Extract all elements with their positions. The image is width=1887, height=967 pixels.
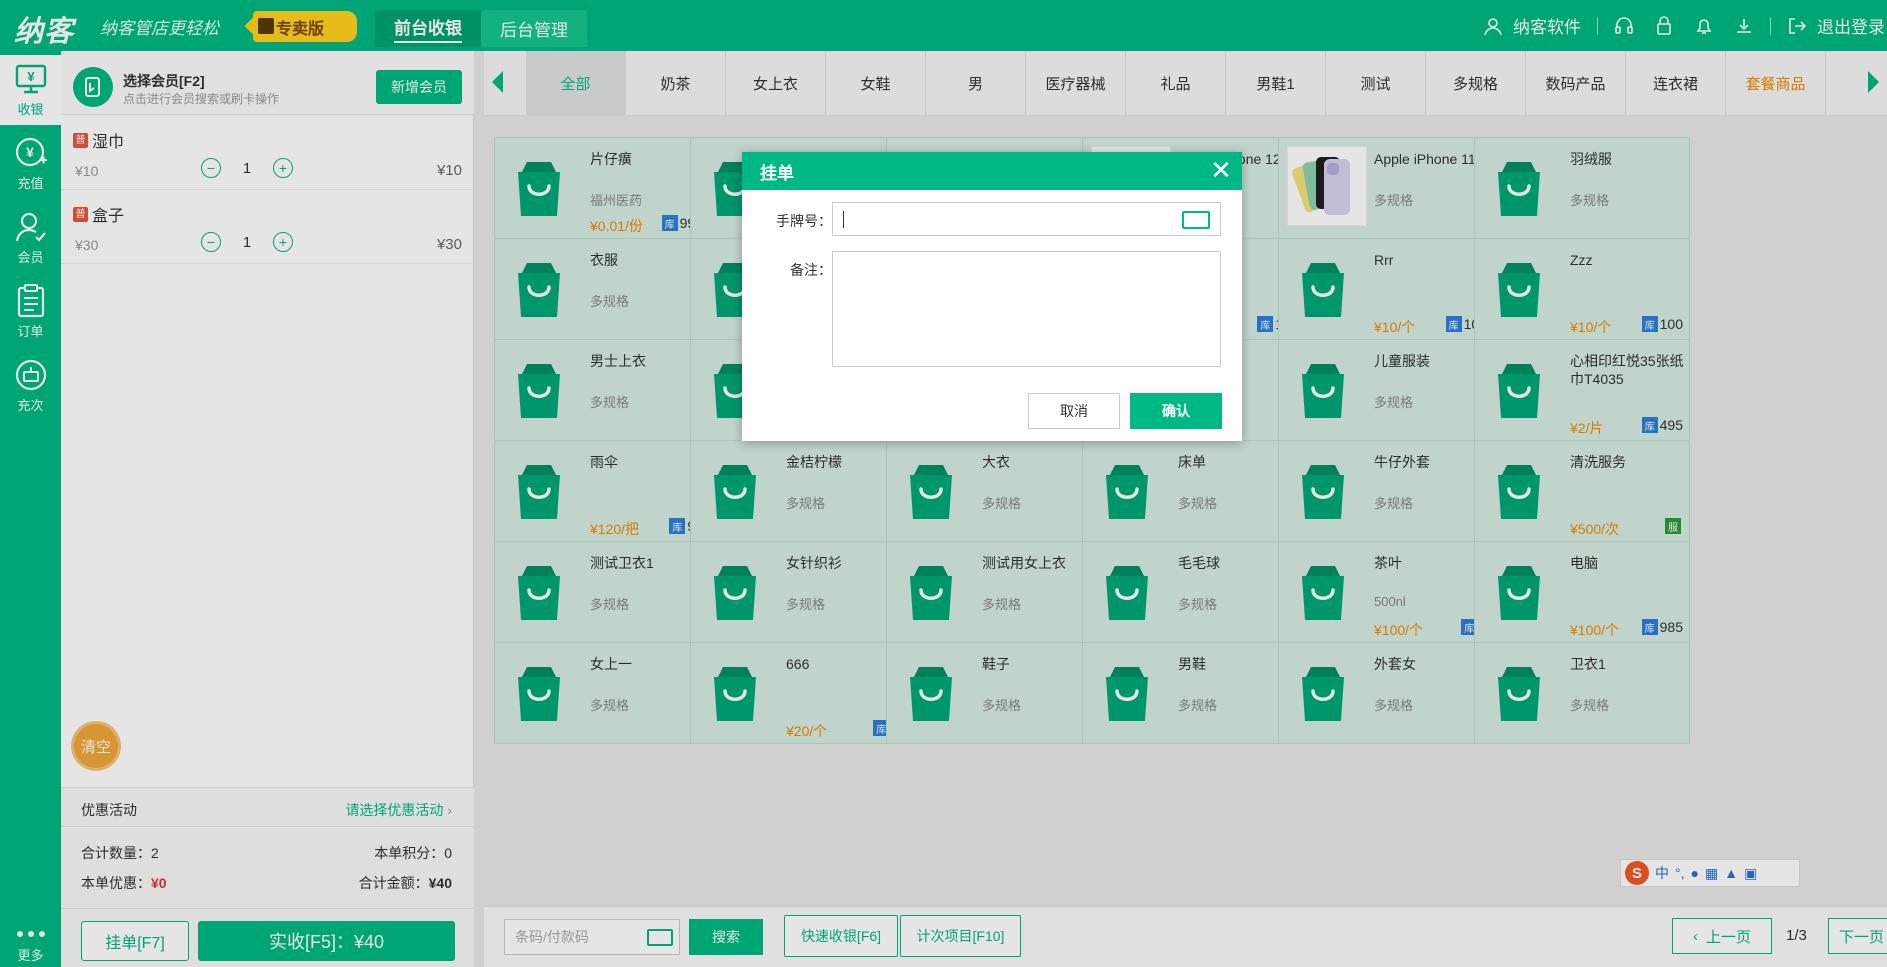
modal-overlay <box>0 0 1887 967</box>
tag-number-label: 手牌号： <box>776 213 832 229</box>
note-textarea[interactable] <box>832 251 1221 367</box>
dialog-title: 挂单 <box>742 152 1242 190</box>
tag-number-input[interactable] <box>832 202 1221 236</box>
confirm-button[interactable]: 确认 <box>1130 393 1222 429</box>
hold-order-dialog: 挂单 ✕ 手牌号： 备注： 取消 确认 <box>742 152 1242 441</box>
note-label: 备注： <box>790 262 832 278</box>
text-caret <box>843 211 844 228</box>
keyboard-icon[interactable] <box>1182 211 1210 229</box>
cancel-button[interactable]: 取消 <box>1028 393 1120 429</box>
close-icon[interactable]: ✕ <box>1208 157 1234 184</box>
